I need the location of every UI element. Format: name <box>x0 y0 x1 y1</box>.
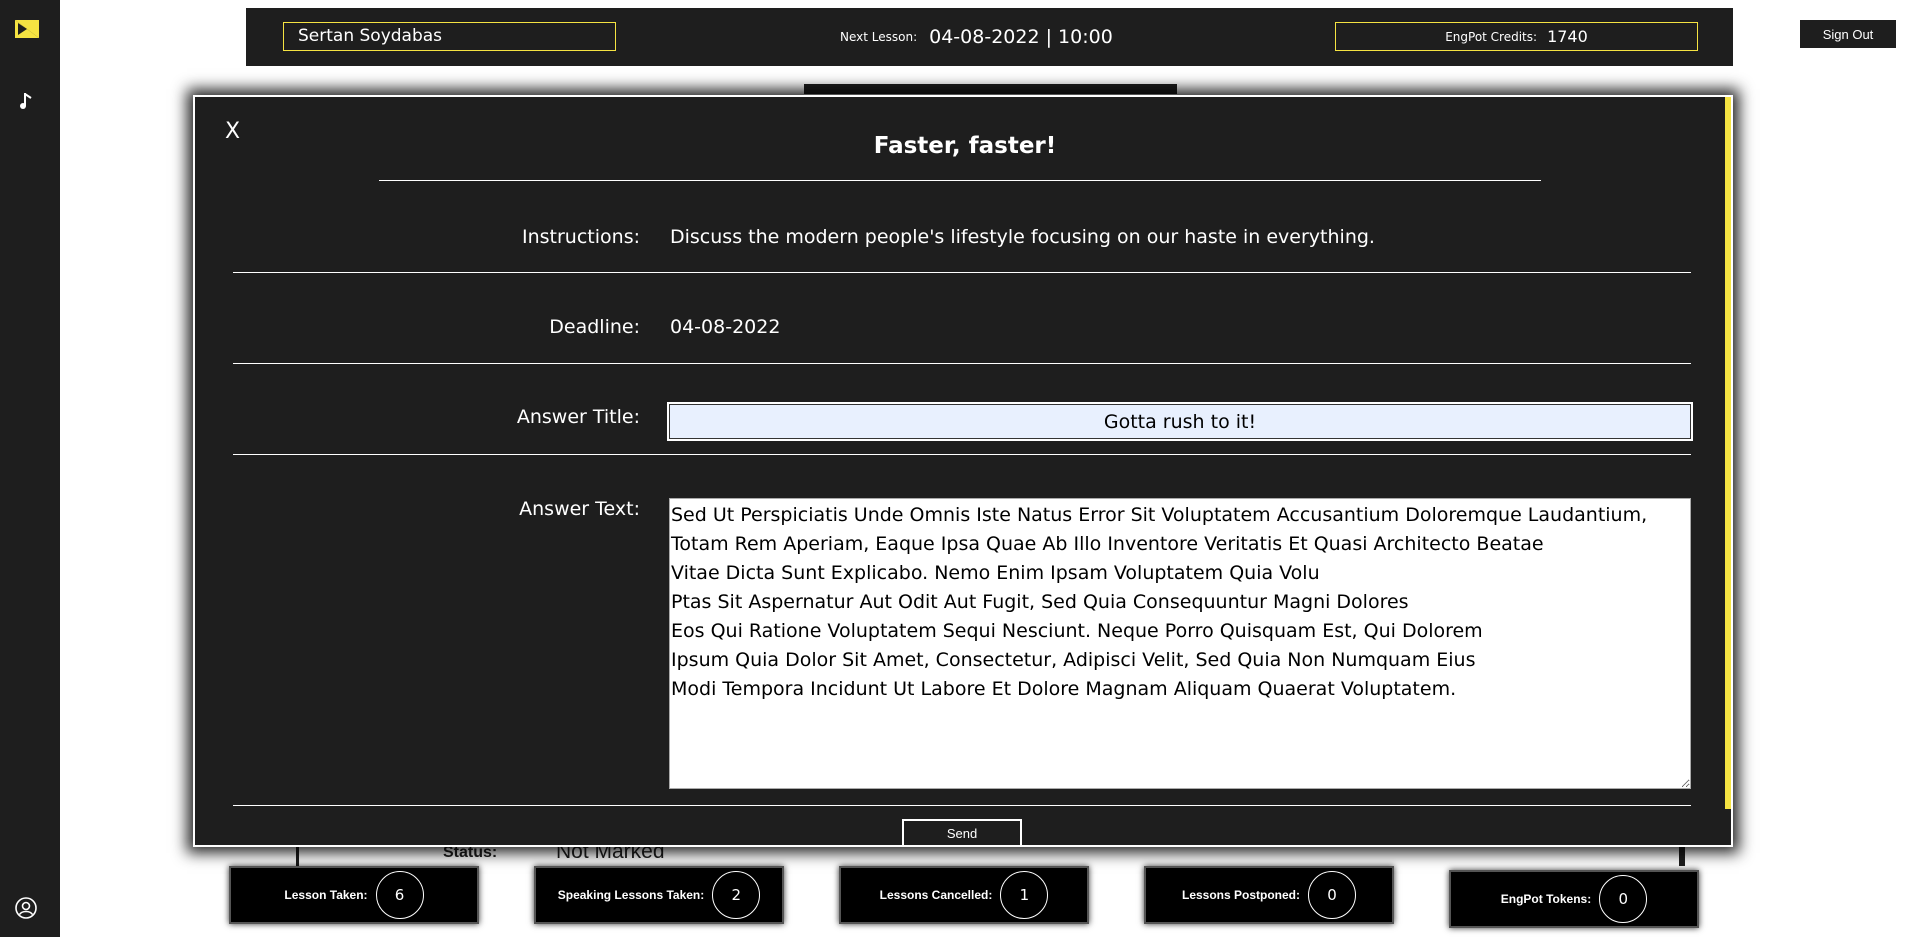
assignment-modal: X Faster, faster! Instructions: Discuss … <box>193 95 1733 847</box>
credits-field: EngPot Credits: 1740 <box>1335 22 1698 51</box>
deadline-value: 04-08-2022 <box>670 316 781 338</box>
credits-label: EngPot Credits: <box>1445 29 1538 44</box>
stat-value: 6 <box>375 871 424 919</box>
instructions-label: Instructions: <box>522 226 640 248</box>
user-name-field: Sertan Soydabas <box>283 22 616 51</box>
stat-value: 2 <box>712 871 761 919</box>
sidebar <box>0 0 60 937</box>
send-button[interactable]: Send <box>902 819 1022 845</box>
answer-title-input[interactable] <box>667 402 1693 441</box>
answer-title-label: Answer Title: <box>516 406 640 428</box>
modal-title: Faster, faster! <box>873 133 1057 159</box>
instructions-value: Discuss the modern people's lifestyle fo… <box>670 226 1375 248</box>
brand-logo-icon[interactable] <box>15 20 39 38</box>
stat-label: Lesson Taken: <box>284 888 368 902</box>
divider <box>233 272 1691 273</box>
stat-label: Lessons Postponed: <box>1181 888 1300 902</box>
divider <box>233 454 1691 455</box>
stat-value: 0 <box>1599 875 1648 923</box>
row-marker <box>296 846 299 866</box>
credits-value: 1740 <box>1547 27 1588 46</box>
modal-accent-bar <box>1725 97 1731 809</box>
divider <box>233 805 1691 806</box>
answer-text-label: Answer Text: <box>519 498 640 520</box>
top-header: Sertan Soydabas Next Lesson: 04-08-2022 … <box>246 8 1733 66</box>
stat-label: Speaking Lessons Taken: <box>557 888 705 902</box>
stat-engpot-tokens: EngPot Tokens: 0 <box>1449 870 1699 928</box>
stat-value: 1 <box>1000 871 1049 919</box>
stat-speaking-lessons-taken: Speaking Lessons Taken: 2 <box>534 866 784 924</box>
next-lesson-info: Next Lesson: 04-08-2022 | 10:00 <box>840 22 1113 51</box>
next-lesson-label: Next Lesson: <box>840 29 918 44</box>
deadline-label: Deadline: <box>549 316 640 338</box>
music-note-icon[interactable] <box>19 92 35 110</box>
row-marker <box>1679 846 1685 866</box>
answer-text-area[interactable]: Sed Ut Perspiciatis Unde Omnis Iste Natu… <box>669 498 1691 789</box>
stats-bar: Lesson Taken: 6 Speaking Lessons Taken: … <box>0 866 1920 928</box>
stat-lessons-taken: Lesson Taken: 6 <box>229 866 479 924</box>
stat-value: 0 <box>1308 871 1356 919</box>
background-tab-strip <box>804 84 1177 94</box>
sign-out-button[interactable]: Sign Out <box>1800 20 1896 48</box>
stat-lessons-postponed: Lessons Postponed: 0 <box>1144 866 1394 924</box>
next-lesson-value: 04-08-2022 | 10:00 <box>929 25 1113 48</box>
stat-lessons-cancelled: Lessons Cancelled: 1 <box>839 866 1089 924</box>
stat-label: Lessons Cancelled: <box>879 888 993 902</box>
stat-label: EngPot Tokens: <box>1500 892 1592 906</box>
divider <box>233 363 1691 364</box>
title-divider <box>379 180 1541 181</box>
